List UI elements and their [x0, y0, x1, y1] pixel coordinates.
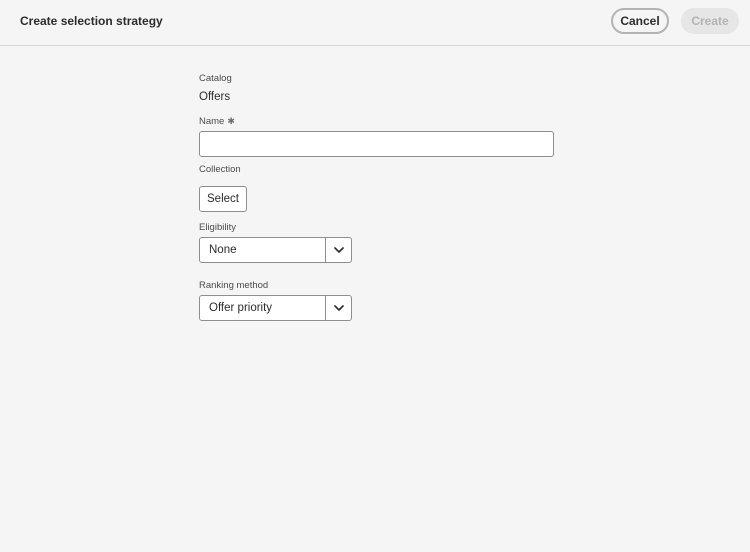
collection-select-button[interactable]: Select [199, 186, 247, 212]
chevron-down-icon [333, 305, 344, 311]
ranking-method-dropdown-button[interactable] [326, 296, 351, 320]
create-button[interactable]: Create [681, 8, 739, 34]
eligibility-dropdown-button[interactable] [326, 238, 351, 262]
eligibility-label: Eligibility [199, 222, 236, 233]
page-title: Create selection strategy [20, 14, 163, 28]
name-label: Name ✱ [199, 116, 235, 127]
name-input[interactable] [199, 131, 554, 157]
required-star: ✱ [227, 116, 235, 126]
eligibility-value: None [200, 238, 326, 262]
catalog-value: Offers [199, 91, 231, 103]
ranking-method-picker[interactable]: Offer priority [199, 295, 352, 321]
ranking-method-label: Ranking method [199, 280, 269, 291]
dialog-header: Create selection strategy Cancel Create [0, 0, 750, 46]
catalog-label: Catalog [199, 73, 232, 84]
collection-label: Collection [199, 164, 241, 175]
ranking-method-value: Offer priority [200, 296, 326, 320]
eligibility-picker[interactable]: None [199, 237, 352, 263]
name-label-text: Name [199, 116, 225, 127]
chevron-down-icon [333, 247, 344, 253]
cancel-button[interactable]: Cancel [611, 8, 669, 34]
